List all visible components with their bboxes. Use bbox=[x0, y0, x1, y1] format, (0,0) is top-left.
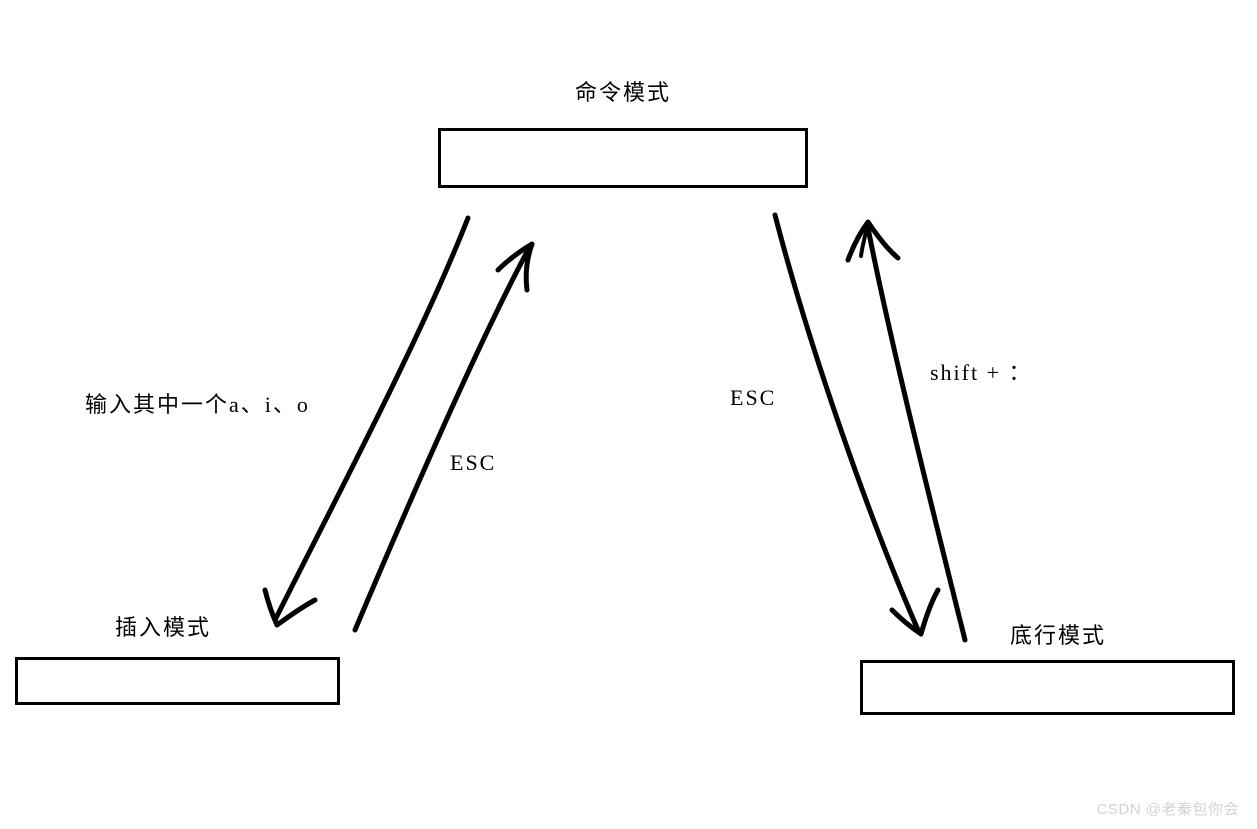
insert-mode-box bbox=[15, 657, 340, 705]
to-insert-edge-label: 输入其中一个a、i、o bbox=[85, 387, 310, 419]
arrow-insert-to-cmd bbox=[355, 244, 532, 630]
insert-to-cmd-edge-label: ESC bbox=[450, 450, 496, 476]
lastline-mode-label: 底行模式 bbox=[1010, 618, 1106, 650]
lastline-to-cmd-edge-label: shift + ： bbox=[930, 355, 1033, 387]
watermark: CSDN @老秦包你会 bbox=[1097, 798, 1239, 819]
arrow-cmd-to-lastline bbox=[775, 215, 938, 634]
command-mode-label: 命令模式 bbox=[575, 75, 671, 107]
command-mode-box bbox=[438, 128, 808, 188]
arrow-cmd-to-insert bbox=[265, 218, 468, 625]
lastline-mode-box bbox=[860, 660, 1235, 715]
insert-mode-label: 插入模式 bbox=[115, 610, 211, 642]
arrow-lastline-to-cmd bbox=[848, 222, 965, 640]
to-lastline-edge-label: ESC bbox=[730, 385, 776, 411]
